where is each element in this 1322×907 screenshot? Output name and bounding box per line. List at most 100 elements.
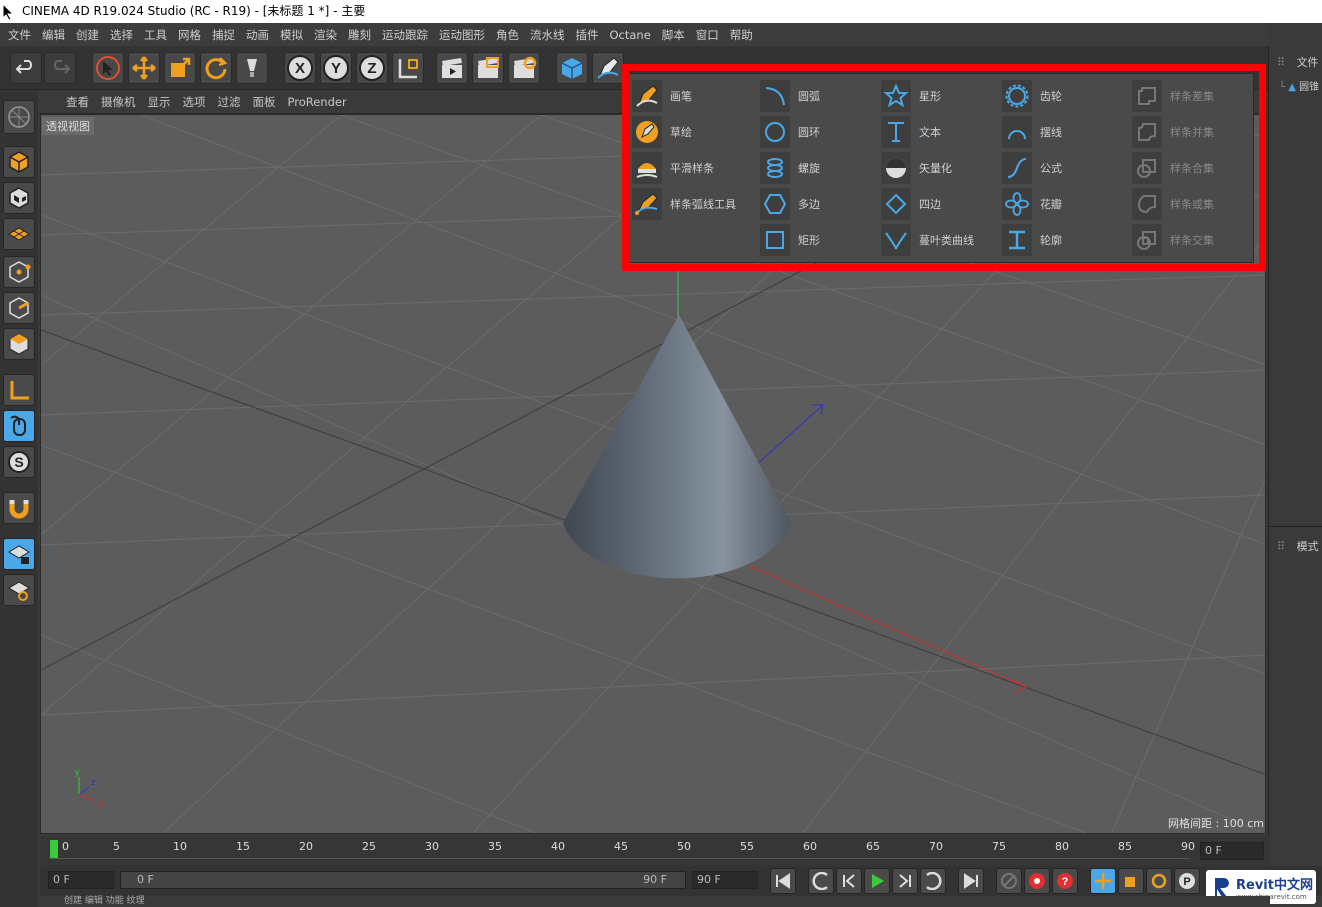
redo-button[interactable] — [44, 52, 76, 84]
popup-item-cissoid[interactable]: 蔓叶类曲线 — [881, 223, 974, 257]
previous-frame-button[interactable] — [836, 868, 862, 894]
next-frame-button[interactable] — [892, 868, 918, 894]
goto-end-button[interactable] — [958, 868, 984, 894]
workplane-lock-button[interactable] — [3, 538, 35, 570]
scale-tool-button[interactable] — [164, 52, 196, 84]
view-menu-filter[interactable]: 过滤 — [218, 94, 241, 110]
view-menu-view[interactable]: 查看 — [66, 94, 89, 110]
popup-item-rectangle[interactable]: 矩形 — [760, 223, 820, 257]
keyframe-selection-button[interactable]: ? — [1052, 868, 1078, 894]
menu-help[interactable]: 帮助 — [730, 27, 753, 43]
menu-script[interactable]: 脚本 — [662, 27, 685, 43]
timeline-ruler[interactable] — [40, 836, 1270, 866]
axis-mode-button[interactable] — [3, 374, 35, 406]
menu-mesh[interactable]: 网格 — [178, 27, 201, 43]
y-axis-lock-button[interactable]: Y — [320, 52, 352, 84]
popup-item-text[interactable]: 文本 — [881, 115, 941, 149]
render-region-button[interactable] — [472, 52, 504, 84]
menu-octane[interactable]: Octane — [610, 28, 651, 42]
menu-window[interactable]: 窗口 — [696, 27, 719, 43]
popup-item-spline-subtract[interactable]: 样条差集 — [1132, 79, 1214, 113]
popup-item-cycloid[interactable]: 摆线 — [1002, 115, 1062, 149]
menu-select[interactable]: 选择 — [110, 27, 133, 43]
popup-item-flower[interactable]: 花瓣 — [1002, 187, 1062, 221]
popup-item-pen[interactable]: 画笔 — [632, 79, 692, 113]
live-selection-button[interactable] — [92, 52, 124, 84]
workplane-mode-button[interactable] — [3, 218, 35, 250]
key-scale-button[interactable] — [1118, 868, 1144, 894]
menu-tools[interactable]: 工具 — [144, 27, 167, 43]
menu-simulate[interactable]: 模拟 — [280, 27, 303, 43]
view-menu-options[interactable]: 选项 — [183, 94, 206, 110]
render-view-button[interactable] — [436, 52, 468, 84]
popup-item-vectorizer[interactable]: 矢量化 — [881, 151, 952, 185]
move-tool-button[interactable] — [128, 52, 160, 84]
object-list-item-cone[interactable]: └ ▲ 圆锥 — [1279, 78, 1319, 93]
menu-edit[interactable]: 编辑 — [42, 27, 65, 43]
popup-item-formula[interactable]: 公式 — [1002, 151, 1062, 185]
menu-render[interactable]: 渲染 — [314, 27, 337, 43]
polygons-mode-button[interactable] — [3, 328, 35, 360]
popup-item-spline-arc-tool[interactable]: 样条弧线工具 — [632, 187, 736, 221]
key-position-button[interactable] — [1090, 868, 1116, 894]
menu-motion-tracking[interactable]: 运动跟踪 — [382, 27, 428, 43]
render-settings-button[interactable] — [508, 52, 540, 84]
z-axis-lock-button[interactable]: Z — [356, 52, 388, 84]
popup-item-arc[interactable]: 圆弧 — [760, 79, 820, 113]
menu-pipeline[interactable]: 流水线 — [530, 27, 565, 43]
points-mode-button[interactable] — [3, 256, 35, 288]
solo-mode-button[interactable]: S — [3, 446, 35, 478]
snap-button[interactable] — [3, 492, 35, 524]
undo-button[interactable] — [10, 52, 42, 84]
menu-plugins[interactable]: 插件 — [576, 27, 599, 43]
texture-mode-button[interactable] — [3, 182, 35, 214]
view-menu-display[interactable]: 显示 — [148, 94, 171, 110]
rotate-tool-button[interactable] — [200, 52, 232, 84]
record-active-objects-button[interactable] — [996, 868, 1022, 894]
key-rotation-button[interactable] — [1146, 868, 1172, 894]
popup-item-circle[interactable]: 圆环 — [760, 115, 820, 149]
popup-item-cogwheel[interactable]: 齿轮 — [1002, 79, 1062, 113]
menu-mograph[interactable]: 运动图形 — [439, 27, 485, 43]
goto-start-button[interactable] — [770, 868, 796, 894]
popup-item-spline-union[interactable]: 样条并集 — [1132, 115, 1214, 149]
end-frame-field[interactable]: 90 F — [692, 871, 758, 889]
edges-mode-button[interactable] — [3, 292, 35, 324]
popup-item-spline-and[interactable]: 样条合集 — [1132, 151, 1214, 185]
spline-pen-button[interactable] — [592, 52, 624, 84]
make-editable-button[interactable] — [3, 100, 35, 134]
view-menu-camera[interactable]: 摄像机 — [101, 94, 136, 110]
current-frame-field[interactable]: 0 F — [1200, 842, 1264, 860]
menu-animate[interactable]: 动画 — [246, 27, 269, 43]
workplane-snap-button[interactable] — [3, 574, 35, 606]
popup-item-helix[interactable]: 螺旋 — [760, 151, 820, 185]
popup-item-sketch[interactable]: 草绘 — [632, 115, 692, 149]
goto-previous-key-button[interactable] — [808, 868, 834, 894]
popup-item-spline-intersect[interactable]: 样条交集 — [1132, 223, 1214, 257]
recent-tool-button[interactable] — [236, 52, 268, 84]
menu-create[interactable]: 创建 — [76, 27, 99, 43]
popup-item-polygon[interactable]: 多边 — [760, 187, 820, 221]
start-frame-field[interactable]: 0 F — [48, 871, 114, 889]
autokey-button[interactable] — [1024, 868, 1050, 894]
goto-next-key-button[interactable] — [920, 868, 946, 894]
menu-character[interactable]: 角色 — [496, 27, 519, 43]
popup-item-star[interactable]: 星形 — [881, 79, 941, 113]
view-menu-prorender[interactable]: ProRender — [288, 95, 347, 109]
cube-primitive-button[interactable] — [556, 52, 588, 84]
play-forward-button[interactable] — [864, 868, 890, 894]
key-parameter-button[interactable]: P — [1174, 868, 1200, 894]
attributes-tab[interactable]: ⠿ 模式 — [1277, 538, 1319, 554]
playhead-marker[interactable] — [50, 840, 58, 858]
popup-item-spline-smooth[interactable]: 平滑样条 — [632, 151, 714, 185]
menu-snap[interactable]: 捕捉 — [212, 27, 235, 43]
cone-object[interactable] — [563, 315, 791, 579]
model-mode-button[interactable] — [3, 146, 35, 178]
menu-sculpt[interactable]: 雕刻 — [348, 27, 371, 43]
menu-file[interactable]: 文件 — [8, 27, 31, 43]
preview-range-slider[interactable]: 0 F 90 F — [120, 871, 686, 889]
popup-item-profile[interactable]: 轮廓 — [1002, 223, 1062, 257]
popup-item-4-side[interactable]: 四边 — [881, 187, 941, 221]
tweak-mode-button[interactable] — [3, 410, 35, 442]
x-axis-lock-button[interactable]: X — [284, 52, 316, 84]
